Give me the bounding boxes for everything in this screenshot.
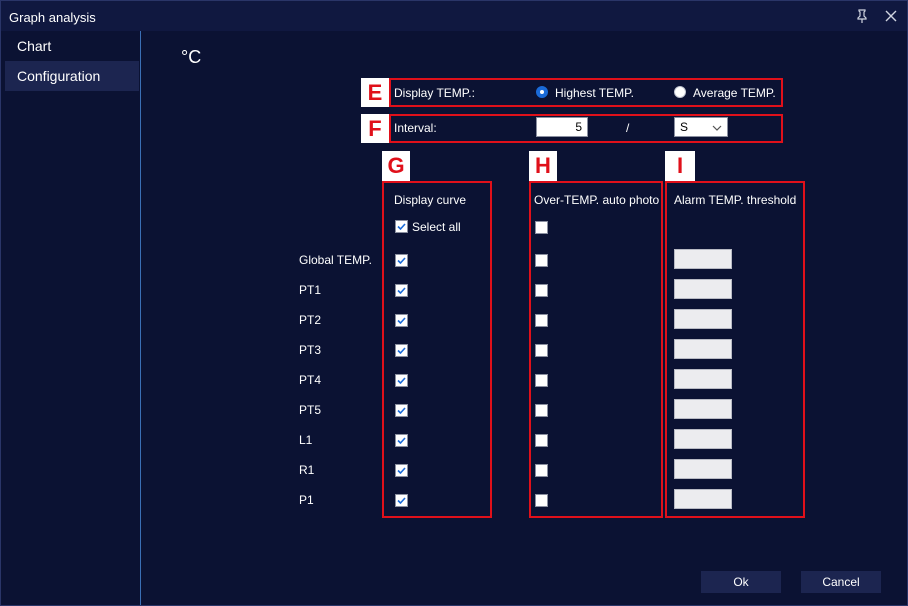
threshold-input-pt5[interactable] xyxy=(674,399,732,419)
row-label-p1: P1 xyxy=(299,493,314,507)
display-curve-header: Display curve xyxy=(394,193,467,207)
row-label-pt3: PT3 xyxy=(299,343,322,357)
interval-input[interactable]: 5 xyxy=(536,117,588,137)
select-all-photo-checkbox[interactable] xyxy=(535,221,548,234)
threshold-input-p1[interactable] xyxy=(674,489,732,509)
row-label-pt4: PT4 xyxy=(299,373,322,387)
photo-checkbox-global-temp[interactable] xyxy=(535,254,548,267)
auto-photo-header: Over-TEMP. auto photo xyxy=(534,193,660,207)
display-checkbox-p1[interactable] xyxy=(395,494,408,507)
sidebar-item-chart[interactable]: Chart xyxy=(5,31,139,61)
row-label-global-temp: Global TEMP. xyxy=(299,253,372,267)
annotation-tag-i: I xyxy=(665,151,695,181)
photo-checkbox-pt2[interactable] xyxy=(535,314,548,327)
photo-checkbox-pt4[interactable] xyxy=(535,374,548,387)
display-temp-label: Display TEMP.: xyxy=(394,86,475,100)
threshold-input-l1[interactable] xyxy=(674,429,732,449)
annotation-tag-h: H xyxy=(529,151,557,181)
display-checkbox-r1[interactable] xyxy=(395,464,408,477)
photo-checkbox-l1[interactable] xyxy=(535,434,548,447)
annotation-tag-f: F xyxy=(361,114,389,143)
photo-checkbox-pt1[interactable] xyxy=(535,284,548,297)
threshold-input-pt3[interactable] xyxy=(674,339,732,359)
row-label-l1: L1 xyxy=(299,433,313,447)
display-checkbox-pt4[interactable] xyxy=(395,374,408,387)
sidebar-item-label: Chart xyxy=(17,38,52,54)
sidebar-item-label: Configuration xyxy=(17,68,101,84)
photo-checkbox-p1[interactable] xyxy=(535,494,548,507)
select-all-display-checkbox[interactable] xyxy=(395,220,408,233)
row-label-r1: R1 xyxy=(299,463,315,477)
chevron-down-icon xyxy=(712,120,722,131)
alarm-threshold-header: Alarm TEMP. threshold xyxy=(674,193,797,207)
ok-button[interactable]: Ok xyxy=(701,571,781,593)
threshold-input-pt2[interactable] xyxy=(674,309,732,329)
highest-temp-radio[interactable] xyxy=(536,86,548,98)
photo-checkbox-pt5[interactable] xyxy=(535,404,548,417)
interval-unit-value: S xyxy=(680,120,689,134)
display-checkbox-pt3[interactable] xyxy=(395,344,408,357)
threshold-input-global-temp[interactable] xyxy=(674,249,732,269)
photo-checkbox-r1[interactable] xyxy=(535,464,548,477)
threshold-input-pt1[interactable] xyxy=(674,279,732,299)
average-temp-label[interactable]: Average TEMP. xyxy=(693,86,776,100)
sidebar: Chart Configuration xyxy=(1,31,141,605)
threshold-input-pt4[interactable] xyxy=(674,369,732,389)
row-label-pt2: PT2 xyxy=(299,313,322,327)
interval-label: Interval: xyxy=(394,121,437,135)
display-checkbox-l1[interactable] xyxy=(395,434,408,447)
display-checkbox-pt2[interactable] xyxy=(395,314,408,327)
cancel-button[interactable]: Cancel xyxy=(801,571,881,593)
window-title: Graph analysis xyxy=(9,10,96,25)
photo-checkbox-pt3[interactable] xyxy=(535,344,548,357)
temperature-unit: °C xyxy=(181,47,202,67)
pin-icon[interactable] xyxy=(854,8,870,24)
row-label-pt1: PT1 xyxy=(299,283,322,297)
average-temp-radio[interactable] xyxy=(674,86,686,98)
annotation-tag-g: G xyxy=(382,151,410,181)
annotation-tag-e: E xyxy=(361,78,389,107)
select-all-label[interactable]: Select all xyxy=(412,220,461,234)
close-icon[interactable] xyxy=(883,8,899,24)
display-checkbox-pt5[interactable] xyxy=(395,404,408,417)
display-checkbox-global-temp[interactable] xyxy=(395,254,408,267)
row-label-pt5: PT5 xyxy=(299,403,322,417)
title-bar: Graph analysis xyxy=(1,1,907,31)
highest-temp-label[interactable]: Highest TEMP. xyxy=(555,86,634,100)
display-checkbox-pt1[interactable] xyxy=(395,284,408,297)
interval-unit-select[interactable]: S xyxy=(674,117,728,137)
threshold-input-r1[interactable] xyxy=(674,459,732,479)
interval-separator: / xyxy=(626,121,630,135)
auto-photo-column-highlight xyxy=(529,181,663,518)
graph-analysis-window: Graph analysis Chart Configuration °C E … xyxy=(0,0,908,606)
sidebar-item-configuration[interactable]: Configuration xyxy=(5,61,139,91)
